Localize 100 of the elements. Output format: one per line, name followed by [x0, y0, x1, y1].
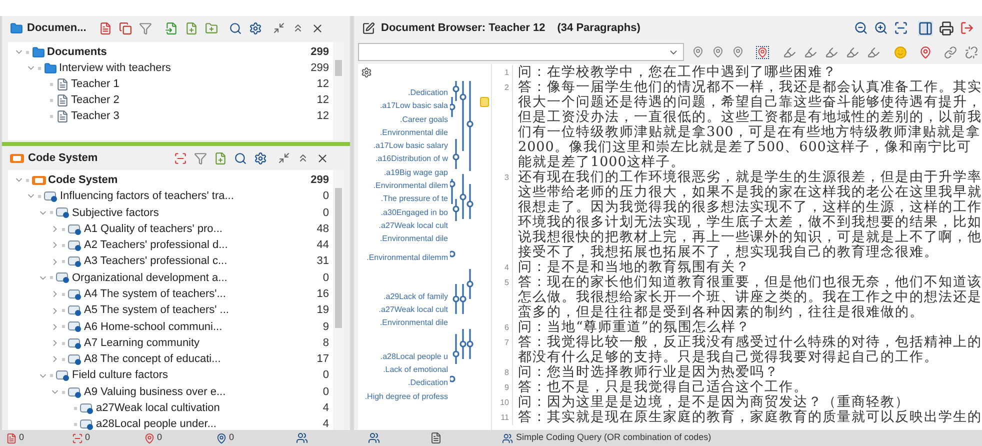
code-label[interactable]: .Environmental dilem — [358, 179, 448, 192]
tree-item-label[interactable]: A2 Teachers' professional d... — [84, 237, 228, 254]
tree-item-label[interactable]: Teacher 1 — [71, 76, 120, 92]
tree-item-label[interactable]: Field culture factors — [72, 367, 168, 384]
side-panel-icon[interactable] — [918, 20, 933, 36]
coding-query-status: Simple Coding Query (OR combination of codes) — [516, 431, 712, 444]
tree-item-label[interactable]: Documents — [47, 44, 107, 60]
filter-icon[interactable] — [139, 22, 152, 34]
zoom-out-icon[interactable] — [854, 21, 868, 35]
code-marker-icon[interactable] — [756, 46, 769, 58]
filter-icon[interactable] — [194, 152, 207, 164]
code-label[interactable]: .a16Distribution of w — [358, 152, 448, 166]
settings-icon[interactable] — [361, 67, 372, 78]
user-icon[interactable] — [296, 432, 308, 444]
scrollbar[interactable] — [333, 42, 344, 140]
panel-title: Document Browser: Teacher 12 — [381, 20, 546, 36]
code-marker-icon[interactable] — [692, 46, 704, 58]
tree-item-label[interactable]: A4 The system of teachers'... — [84, 286, 226, 302]
tree-item-label[interactable]: a28Local people under... — [96, 416, 216, 430]
code-label[interactable]: .Lack of emotional — [358, 363, 448, 376]
tree-item-label[interactable]: Interview with teachers — [59, 60, 171, 76]
count-label: 0 — [322, 206, 329, 220]
close-icon[interactable] — [316, 152, 329, 164]
new-folder-icon[interactable] — [205, 22, 218, 34]
copy-icon[interactable] — [119, 22, 132, 34]
code-label[interactable]: .Dedication — [358, 86, 448, 100]
counter-value: 0 — [85, 431, 90, 444]
count-label: 299 — [310, 44, 329, 60]
code-label[interactable]: .a27Weak local cult — [358, 218, 448, 232]
close-icon[interactable] — [311, 22, 324, 34]
tree-item-label[interactable]: Organizational development a... — [72, 270, 228, 286]
undock-icon[interactable] — [278, 152, 290, 164]
settings-icon[interactable] — [249, 22, 262, 34]
paragraph-text: 答：我觉得比较一般，反正我没有感受过什么特殊的对待，包括精神上的都没有什么足够的支持。只是我自己觉得我要对得起自己的工作。 — [518, 335, 982, 365]
code-label[interactable]: .a28Local people u — [358, 350, 448, 364]
tree-item-label[interactable]: A1 Quality of teachers' pro... — [84, 220, 222, 238]
code-label[interactable]: .a19Big wage gap — [358, 166, 448, 180]
code-label[interactable]: .Environmental dile — [358, 126, 448, 140]
print-icon[interactable] — [939, 20, 954, 36]
document-icon[interactable] — [430, 432, 442, 444]
code-label[interactable]: .a27Weak local cult — [358, 303, 448, 316]
highlighter-icon[interactable] — [825, 46, 838, 58]
line-number: 2 — [504, 82, 510, 94]
tree-item-label[interactable]: Code System — [48, 172, 118, 188]
emoji-icon[interactable] — [894, 46, 907, 58]
highlighter-icon[interactable] — [783, 46, 796, 58]
pin-icon[interactable] — [919, 46, 932, 58]
tree-item-label[interactable]: A9 Valuing business over e... — [84, 384, 226, 400]
highlighter-icon[interactable] — [846, 46, 859, 58]
code-label[interactable]: .Environmental dile — [358, 316, 448, 330]
code-label[interactable]: .a30Engaged in bo — [358, 206, 448, 219]
counter-value: 0 — [229, 431, 234, 444]
new-document-icon[interactable] — [185, 22, 198, 34]
code-label[interactable]: .The pressure of te — [358, 192, 448, 206]
paragraph-text: 答：现在的家长他们知道教育很重要，但是他们也很无奈，他们不知道该怎么做。我很想给家长开一个班、讲座之类的。我在工作之中的想法还是蛮多的，但是往往都是受到各种因素的制约，往往是很难做的。 — [518, 275, 982, 320]
tree-item-label[interactable]: Teacher 2 — [71, 92, 120, 108]
search-icon[interactable] — [234, 152, 247, 164]
count-label: 4 — [322, 401, 329, 416]
highlighter-icon[interactable] — [867, 46, 880, 58]
search-icon[interactable] — [229, 22, 242, 34]
code-label[interactable]: .High degree of profess — [358, 390, 448, 403]
code-label[interactable]: .Career goals — [358, 112, 448, 126]
tree-item-label[interactable]: Subjective factors — [72, 204, 159, 221]
document-icon — [6, 432, 17, 444]
code-marker-icon[interactable] — [732, 46, 744, 58]
tree-item-label[interactable]: A8 The concept of educati... — [84, 351, 221, 368]
edit-document-icon — [362, 22, 375, 34]
code-label[interactable]: .Dedication — [358, 376, 448, 390]
tree-item-label[interactable]: Teacher 3 — [71, 108, 120, 124]
paragraph-text: 问：是不是和当地的教育氛围有关？ — [518, 260, 751, 275]
count-label: 0 — [322, 270, 329, 286]
zoom-in-icon[interactable] — [874, 21, 888, 35]
settings-icon[interactable] — [254, 152, 267, 164]
documents-icon — [10, 22, 23, 34]
code-label[interactable]: .Environmental dilemm — [358, 250, 448, 264]
import-icon[interactable] — [165, 22, 178, 34]
user-icon[interactable] — [368, 432, 380, 444]
scrollbar[interactable] — [333, 170, 344, 430]
code-label[interactable]: .a17Low basic salary — [358, 139, 448, 152]
highlighter-icon[interactable] — [804, 46, 817, 58]
paragraph-text: 问：您当时选择教师行业是因为热爱吗？ — [518, 365, 780, 380]
export-icon[interactable] — [960, 21, 974, 35]
code-label[interactable]: .a29Lack of family — [358, 290, 448, 304]
new-code-icon[interactable] — [214, 152, 227, 164]
code-label[interactable]: .a17Low basic sala — [358, 99, 448, 113]
tree-item-label[interactable]: A5 The system of teachers' ... — [84, 302, 229, 319]
fit-page-icon[interactable] — [894, 21, 908, 35]
document-icon[interactable] — [99, 22, 112, 34]
code-label[interactable]: .Environmental dile — [358, 232, 448, 246]
tree-item-label[interactable]: a27Weak local cultivation — [96, 400, 220, 417]
link-icon[interactable] — [944, 46, 957, 58]
tree-item-label[interactable]: A7 Learning community — [84, 334, 200, 352]
tree-item-label[interactable]: Influencing factors of teachers' tra... — [60, 188, 234, 205]
unlink-icon[interactable] — [965, 46, 978, 58]
code-marker-icon[interactable] — [712, 46, 724, 58]
document-icon — [56, 110, 69, 122]
tree-item-label[interactable]: A3 Teachers' professional c... — [84, 253, 228, 270]
paragraph-text: 还有现在我们的工作环境很恶劣，就是学生的生源很差，但是由于升学率这些带给老师的压力很大，如果不是我的家在这样我的老公在这里我早就很想走了。因为我觉得我的很多想法实现不了，这样的生源，这样的工作环境我的很多计划无法实现，学生底子太差，做不到我想要的结果，比如说我想很快的把教材上完，再上一些课外的知识，可是就是上不了啊，他接受不了，我想拓展也拓展不了，想实现我自己的教育理念很难。 — [518, 170, 982, 260]
undock-icon[interactable] — [273, 22, 286, 34]
tree-item-label[interactable]: A6 Home-school communi... — [84, 318, 222, 336]
